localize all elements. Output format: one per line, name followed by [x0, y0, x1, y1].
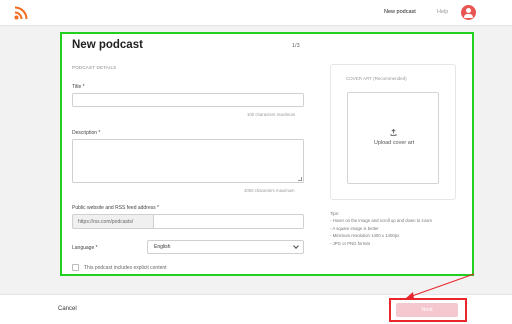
chevron-down-icon [293, 243, 299, 249]
explicit-content-label[interactable]: This podcast includes explicit content [84, 265, 167, 271]
nav-help-link[interactable]: Help [437, 9, 448, 15]
user-icon [466, 8, 471, 13]
tip-item: - JPG or PNG format [330, 240, 370, 246]
url-slug-input[interactable] [154, 214, 304, 229]
description-textarea[interactable] [72, 139, 304, 183]
upload-cover-art-dropzone[interactable]: Upload cover art [347, 92, 439, 184]
next-button-highlight: Next [389, 298, 467, 322]
title-label: Title * [72, 84, 85, 90]
language-label: Language * [72, 245, 98, 251]
step-indicator: 1/3 [292, 43, 300, 49]
url-label: Public website and RSS feed address * [72, 205, 159, 211]
nav-new-podcast-link[interactable]: New podcast [384, 9, 416, 15]
upload-cover-art-label: Upload cover art [373, 140, 415, 146]
section-heading: PODCAST DETAILS [72, 65, 117, 70]
new-podcast-form-panel: New podcast 1/3 PODCAST DETAILS Title * … [60, 32, 474, 276]
tip-item: - Minimum resolution 1400 x 1400px [330, 233, 400, 239]
rss-icon[interactable] [14, 6, 28, 20]
cover-art-card: COVER ART (Recommended) Upload cover art [330, 64, 456, 200]
url-prefix: https://rss.com/podcasts/ [72, 214, 154, 229]
title-input[interactable] [72, 93, 304, 107]
tips-title: Tips: [330, 211, 340, 216]
form-footer: Cancel Next [0, 294, 512, 324]
top-navigation-bar: New podcast Help [0, 0, 512, 26]
description-label: Description * [72, 130, 101, 136]
upload-icon [390, 129, 397, 136]
tip-item: - A square image is better [330, 225, 379, 231]
language-selected-value: English [154, 244, 171, 250]
title-hint: 100 characters maximum [247, 112, 296, 117]
language-select[interactable]: English [147, 240, 304, 254]
resize-handle-icon[interactable] [298, 177, 302, 181]
tip-item: - Hover on the image and scroll up and d… [330, 218, 432, 224]
cover-art-tips: Tips: - Hover on the image and scroll up… [330, 210, 432, 247]
explicit-content-checkbox[interactable] [72, 264, 79, 271]
page-title: New podcast [72, 39, 143, 51]
user-avatar[interactable] [461, 5, 476, 20]
description-hint: 4000 characters maximum [244, 188, 295, 193]
next-button[interactable]: Next [396, 303, 458, 317]
cancel-button[interactable]: Cancel [58, 306, 77, 312]
cover-art-label: COVER ART (Recommended) [346, 76, 407, 81]
